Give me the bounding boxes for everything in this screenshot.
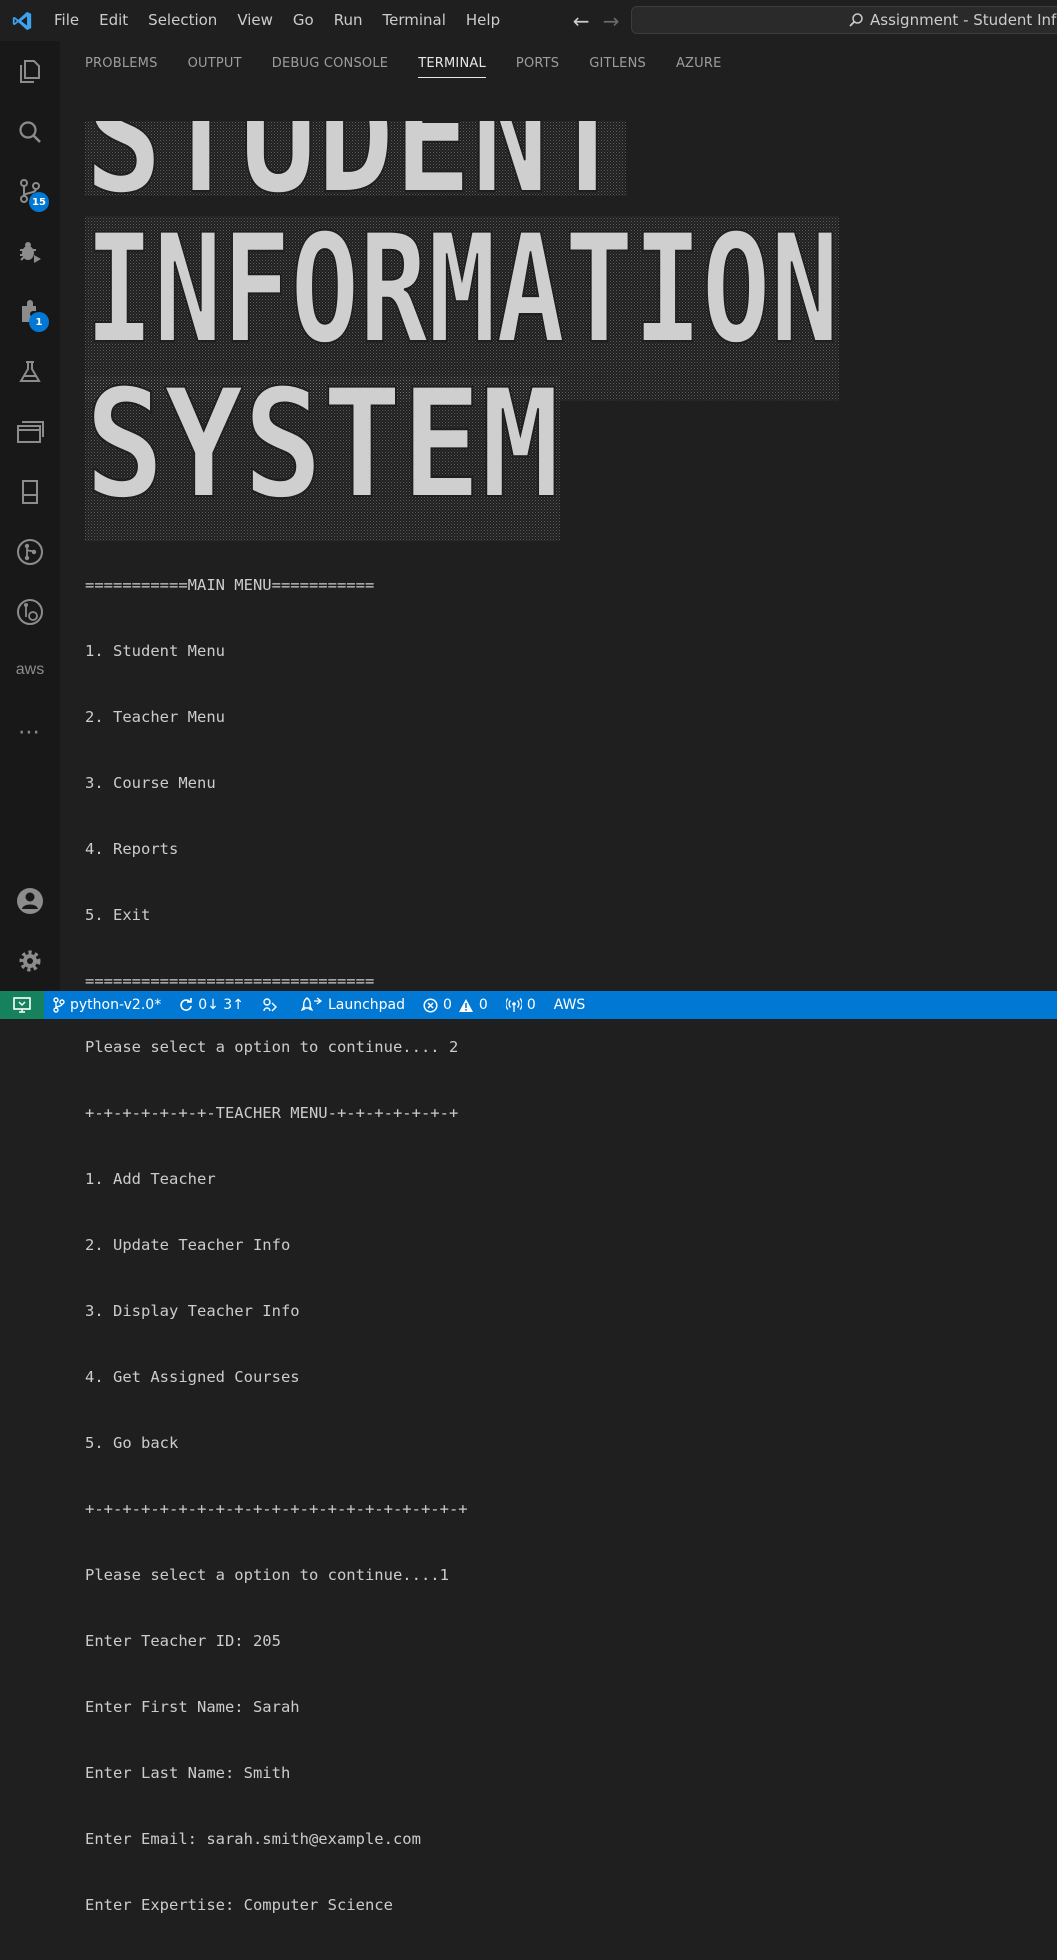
terminal-line: 3. Course Menu — [85, 774, 216, 792]
tab-gitlens[interactable]: GITLENS — [574, 41, 661, 87]
warning-count: 0 — [478, 997, 488, 1013]
source-control-badge: 15 — [29, 192, 49, 212]
branch-status[interactable]: python-v2.0* — [44, 991, 170, 1019]
terminal-line: 2. Update Teacher Info — [85, 1236, 291, 1254]
problems-status[interactable]: 0 0 — [414, 991, 497, 1019]
terminal-line: 1. Student Menu — [85, 642, 225, 660]
search-icon[interactable] — [0, 107, 60, 157]
terminal-line: 5. Go back — [85, 1434, 179, 1452]
tab-azure[interactable]: AZURE — [661, 41, 737, 87]
error-count: 0 — [443, 997, 452, 1013]
terminal-line: 2. Teacher Menu — [85, 708, 225, 726]
menu-selection[interactable]: Selection — [138, 0, 227, 41]
ports-antenna-icon — [505, 998, 522, 1012]
back-arrow-icon[interactable]: ← — [566, 6, 596, 36]
terminal-output[interactable]: ===========MAIN MENU=========== 1. Stude… — [85, 530, 1045, 1960]
terminal-line: +-+-+-+-+-+-+-TEACHER MENU-+-+-+-+-+-+-+ — [85, 1104, 459, 1122]
command-center-search[interactable]: Assignment - Student Information System — [631, 6, 1057, 34]
source-control-icon[interactable] — [0, 166, 60, 216]
account-icon[interactable] — [0, 876, 60, 926]
vscode-logo-icon — [0, 0, 44, 41]
sync-icon — [180, 998, 193, 1011]
menu-file[interactable]: File — [44, 0, 89, 41]
banner-top-cut — [85, 101, 626, 121]
sync-status[interactable]: 0↓ 3↑ — [170, 991, 253, 1019]
launchpad-status[interactable]: Launchpad — [292, 991, 414, 1019]
terminal-line: Enter Teacher ID: 205 — [85, 1632, 281, 1650]
error-icon — [423, 997, 438, 1013]
status-bar: python-v2.0* 0↓ 3↑ Launchpad 0 0 0 AWS — [0, 991, 1057, 1019]
aws-status-label: AWS — [553, 997, 586, 1013]
forward-arrow-icon[interactable]: → — [596, 6, 626, 36]
testing-flask-icon[interactable] — [0, 347, 60, 397]
live-share-status[interactable] — [253, 991, 292, 1019]
menu-view[interactable]: View — [227, 0, 283, 41]
tab-terminal[interactable]: TERMINAL — [403, 41, 501, 87]
search-icon — [849, 13, 863, 27]
banner-line-information: INFORMATION — [85, 203, 839, 377]
aws-status[interactable]: AWS — [545, 991, 595, 1019]
navigation-arrows: ← → — [566, 6, 626, 36]
tab-output[interactable]: OUTPUT — [173, 41, 257, 87]
terminal-line: 3. Display Teacher Info — [85, 1302, 300, 1320]
menu-terminal[interactable]: Terminal — [373, 0, 456, 41]
menu-go[interactable]: Go — [283, 0, 324, 41]
title-bar: File Edit Selection View Go Run Terminal… — [0, 0, 1057, 41]
aws-label: aws — [15, 661, 45, 678]
extensions-badge: 1 — [29, 312, 49, 332]
terminal-line: Enter First Name: Sarah — [85, 1698, 300, 1716]
git-branch-icon — [53, 997, 65, 1013]
terminal-line: 4. Reports — [85, 840, 179, 858]
terminal-line: Please select a option to continue....1 — [85, 1566, 449, 1584]
terminal-line: Enter Expertise: Computer Science — [85, 1896, 393, 1914]
panel-tabs: PROBLEMS OUTPUT DEBUG CONSOLE TERMINAL P… — [60, 41, 737, 87]
activity-bar: 15 1 aws ⋯ — [0, 41, 60, 991]
terminal-line: +-+-+-+-+-+-+-+-+-+-+-+-+-+-+-+-+-+-+-+-… — [85, 1500, 468, 1518]
tab-problems[interactable]: PROBLEMS — [60, 41, 173, 87]
gitlens-icon[interactable] — [0, 527, 60, 577]
terminal-line: 5. Exit — [85, 906, 151, 924]
terminal-line: ===========MAIN MENU=========== — [85, 576, 375, 594]
sync-counts: 0↓ 3↑ — [198, 997, 244, 1013]
banner-line-system: SYSTEM — [85, 358, 560, 532]
manage-gear-icon[interactable] — [0, 936, 60, 986]
launchpad-label: Launchpad — [327, 997, 405, 1013]
menu-edit[interactable]: Edit — [89, 0, 138, 41]
tab-debug-console[interactable]: DEBUG CONSOLE — [257, 41, 403, 87]
rocket-icon — [300, 997, 323, 1012]
command-center-text: Assignment - Student Information System — [870, 11, 1057, 29]
terminal-line: 1. Add Teacher — [85, 1170, 216, 1188]
menu-bar: File Edit Selection View Go Run Terminal… — [44, 0, 510, 41]
live-share-icon — [263, 998, 277, 1012]
remote-explorer-icon[interactable] — [0, 407, 60, 457]
explorer-icon[interactable] — [0, 46, 60, 96]
remote-indicator-icon[interactable] — [0, 991, 44, 1019]
more-ellipsis-icon[interactable]: ⋯ — [0, 707, 60, 757]
run-debug-icon[interactable] — [0, 227, 60, 277]
extensions-icon[interactable] — [0, 287, 60, 337]
terminal-line: =============================== — [85, 972, 375, 990]
aws-toolkit-icon[interactable]: aws — [0, 645, 60, 695]
terminal-line: 4. Get Assigned Courses — [85, 1368, 300, 1386]
branch-name: python-v2.0* — [70, 997, 162, 1013]
tab-ports[interactable]: PORTS — [501, 41, 574, 87]
ascii-art-banner: STUDENT INFORMATION SYSTEM — [85, 101, 840, 541]
terminal-line: Enter Last Name: Smith — [85, 1764, 291, 1782]
device-panel-icon[interactable] — [0, 467, 60, 517]
menu-help[interactable]: Help — [456, 0, 510, 41]
terminal-panel: PROBLEMS OUTPUT DEBUG CONSOLE TERMINAL P… — [60, 41, 1057, 1914]
ports-count: 0 — [526, 997, 536, 1013]
menu-run[interactable]: Run — [324, 0, 373, 41]
terminal-line: Enter Email: sarah.smith@example.com — [85, 1830, 421, 1848]
gitlens-inspect-icon[interactable] — [0, 587, 60, 637]
warning-icon — [458, 998, 473, 1012]
terminal-line: Please select a option to continue.... 2 — [85, 1038, 459, 1056]
ports-status[interactable]: 0 — [497, 991, 545, 1019]
